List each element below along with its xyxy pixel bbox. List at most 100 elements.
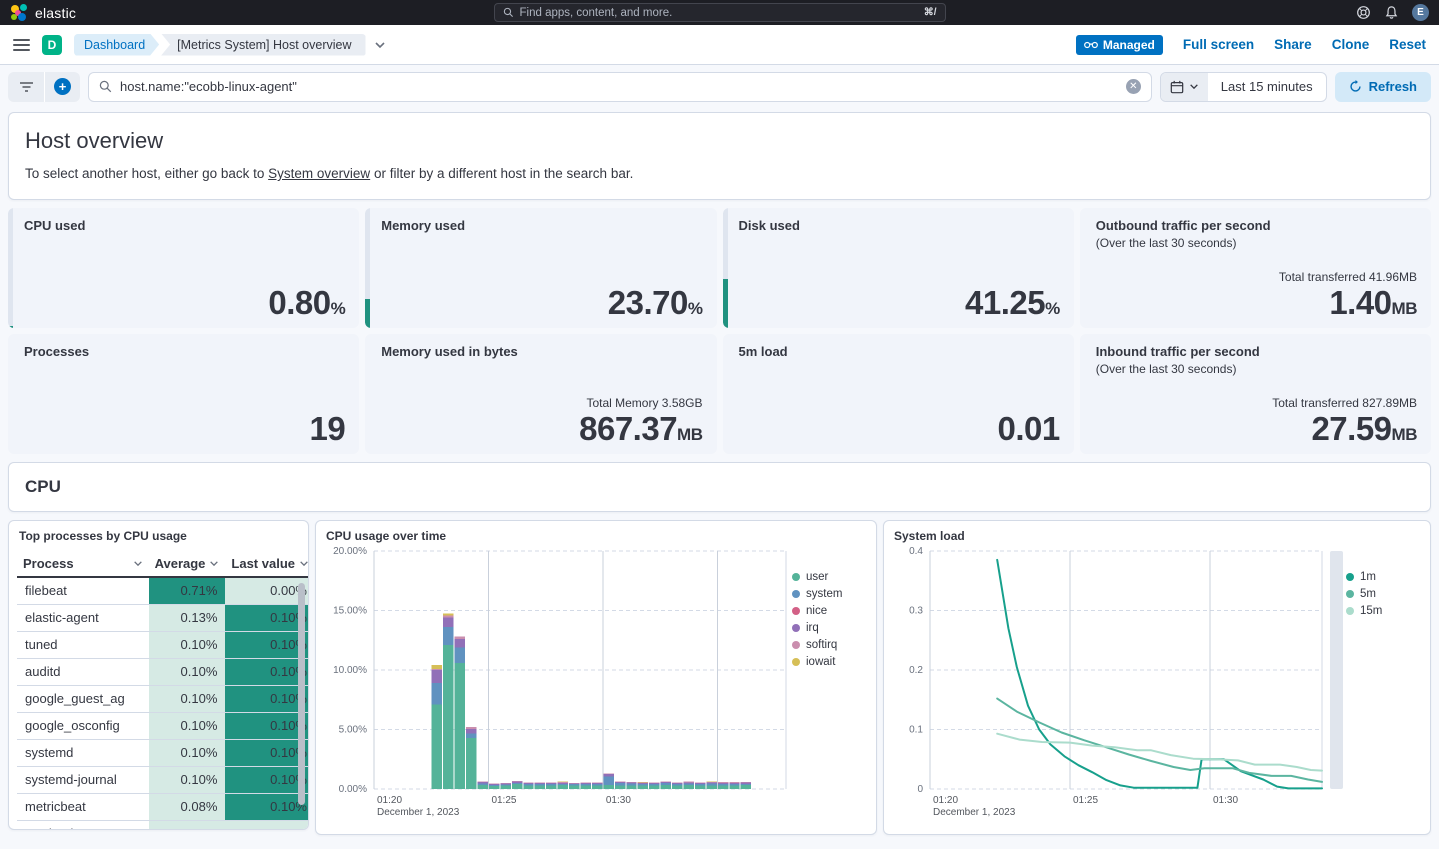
- svg-text:20.00%: 20.00%: [333, 546, 367, 557]
- global-header: elastic Find apps, content, and more. ⌘/…: [0, 0, 1439, 25]
- overview-desc-before: To select another host, either go back t…: [25, 166, 268, 181]
- dashboard-app-icon[interactable]: D: [42, 35, 62, 55]
- table-cell: 0.10%: [225, 685, 309, 712]
- legend-item-iowait[interactable]: iowait: [792, 656, 866, 668]
- svg-text:10.00%: 10.00%: [333, 665, 367, 676]
- svg-text:December 1, 2023: December 1, 2023: [933, 807, 1016, 817]
- global-search-input[interactable]: Find apps, content, and more. ⌘/: [494, 3, 946, 22]
- table-cell: 0.10%: [149, 685, 226, 712]
- calendar-icon: [1170, 80, 1184, 94]
- legend-label: iowait: [806, 656, 835, 668]
- legend-label: softirq: [806, 639, 837, 651]
- svg-text:01:25: 01:25: [491, 795, 516, 806]
- breadcrumb-dashboard[interactable]: Dashboard: [74, 34, 159, 56]
- breadcrumb-current[interactable]: [Metrics System] Host overview: [161, 34, 365, 56]
- metric-card-unit: %: [331, 299, 346, 318]
- svg-text:0.1: 0.1: [909, 725, 923, 736]
- svg-text:0.3: 0.3: [909, 606, 923, 617]
- sort-chevron-icon: [133, 560, 143, 567]
- add-filter-button[interactable]: +: [44, 72, 80, 102]
- metric-card: Inbound traffic per second(Over the last…: [1080, 334, 1431, 454]
- process-table: ProcessAverageLast value filebeat0.71%0.…: [17, 551, 309, 830]
- metric-card-subtitle: (Over the last 30 seconds): [1096, 236, 1417, 250]
- svg-text:December 1, 2023: December 1, 2023: [377, 807, 460, 817]
- legend-item-1m[interactable]: 1m: [1346, 571, 1420, 583]
- table-scrollbar[interactable]: [298, 583, 305, 805]
- help-icon[interactable]: [1356, 5, 1371, 20]
- newsfeed-icon[interactable]: [1384, 5, 1399, 20]
- table-cell: systemd-journal: [17, 766, 149, 793]
- table-cell: 0.10%: [149, 766, 226, 793]
- svg-text:01:30: 01:30: [606, 795, 631, 806]
- cpu-chart-legend: user system nice irq softirq iowait: [792, 543, 866, 822]
- metric-card: Processes19: [8, 334, 359, 454]
- metric-card-value: 0.80%: [268, 285, 345, 321]
- cpu-section-panel: CPU: [8, 462, 1431, 512]
- legend-dot: [792, 573, 800, 581]
- host-overview-panel: Host overview To select another host, ei…: [8, 112, 1431, 200]
- query-input[interactable]: host.name:"ecobb-linux-agent" ✕: [88, 72, 1152, 102]
- legend-item-15m[interactable]: 15m: [1346, 605, 1420, 617]
- metric-card-subtitle: (Over the last 30 seconds): [1096, 362, 1417, 376]
- legend-dot: [1346, 573, 1354, 581]
- legend-item-user[interactable]: user: [792, 571, 866, 583]
- svg-text:0: 0: [917, 784, 923, 795]
- legend-item-system[interactable]: system: [792, 588, 866, 600]
- metric-card-value: 0.01: [998, 411, 1060, 447]
- menu-icon[interactable]: [13, 39, 30, 51]
- legend-item-softirq[interactable]: softirq: [792, 639, 866, 651]
- svg-text:01:20: 01:20: [933, 795, 958, 806]
- legend-item-nice[interactable]: nice: [792, 605, 866, 617]
- table-cell: 0.00%: [225, 820, 309, 830]
- clone-button[interactable]: Clone: [1332, 37, 1370, 52]
- shortcut-hint: ⌘/: [924, 7, 937, 18]
- full-screen-button[interactable]: Full screen: [1183, 37, 1254, 52]
- time-range-button[interactable]: Last 15 minutes: [1208, 73, 1326, 101]
- svg-text:15.00%: 15.00%: [333, 606, 367, 617]
- chart-scrollbar[interactable]: [1330, 551, 1343, 789]
- metric-card-unit: %: [1045, 299, 1060, 318]
- share-button[interactable]: Share: [1274, 37, 1312, 52]
- elastic-logo[interactable]: elastic: [10, 4, 76, 22]
- table-row: systemd0.10%0.10%: [17, 739, 309, 766]
- reset-button[interactable]: Reset: [1389, 37, 1426, 52]
- brand-name: elastic: [35, 5, 76, 21]
- column-header-process[interactable]: Process: [17, 551, 149, 577]
- legend-dot: [1346, 607, 1354, 615]
- metric-card-title: CPU used: [24, 218, 345, 233]
- table-cell: 0.10%: [225, 604, 309, 631]
- legend-item-5m[interactable]: 5m: [1346, 588, 1420, 600]
- metric-card-title: Outbound traffic per second: [1096, 218, 1417, 233]
- clear-query-icon[interactable]: ✕: [1126, 79, 1141, 94]
- system-overview-link[interactable]: System overview: [268, 166, 370, 181]
- refresh-button[interactable]: Refresh: [1335, 72, 1431, 102]
- table-cell: 0.10%: [225, 739, 309, 766]
- chevron-down-icon[interactable]: [374, 41, 386, 49]
- table-cell: google_guest_ag: [17, 685, 149, 712]
- metric-card: CPU used 0.80%: [8, 208, 359, 328]
- refresh-label: Refresh: [1369, 79, 1417, 94]
- table-cell: 0.10%: [149, 739, 226, 766]
- legend-item-irq[interactable]: irq: [792, 622, 866, 634]
- sort-chevron-icon: [299, 560, 309, 567]
- table-row: elastic-agent0.13%0.10%: [17, 604, 309, 631]
- table-row: auditd0.10%0.10%: [17, 658, 309, 685]
- legend-label: irq: [806, 622, 819, 634]
- column-header-last-value[interactable]: Last value: [225, 551, 309, 577]
- user-avatar[interactable]: E: [1412, 4, 1429, 21]
- date-picker-button[interactable]: [1161, 73, 1208, 101]
- overview-desc-after: or filter by a different host in the sea…: [370, 166, 633, 181]
- table-cell: auditd: [17, 658, 149, 685]
- metric-card-title: Disk used: [739, 218, 1060, 233]
- managed-badge[interactable]: Managed: [1076, 35, 1163, 55]
- table-row: tuned0.10%0.10%: [17, 631, 309, 658]
- table-cell: filebeat: [17, 577, 149, 604]
- metric-card-value: 41.25%: [965, 285, 1060, 321]
- svg-text:01:30: 01:30: [1213, 795, 1238, 806]
- table-cell: google_osconfig: [17, 712, 149, 739]
- column-header-average[interactable]: Average: [149, 551, 226, 577]
- filter-menu-button[interactable]: [8, 72, 44, 102]
- legend-label: nice: [806, 605, 827, 617]
- managed-badge-label: Managed: [1103, 38, 1155, 52]
- metric-card-secondary: Total Memory 3.58GB: [579, 396, 702, 410]
